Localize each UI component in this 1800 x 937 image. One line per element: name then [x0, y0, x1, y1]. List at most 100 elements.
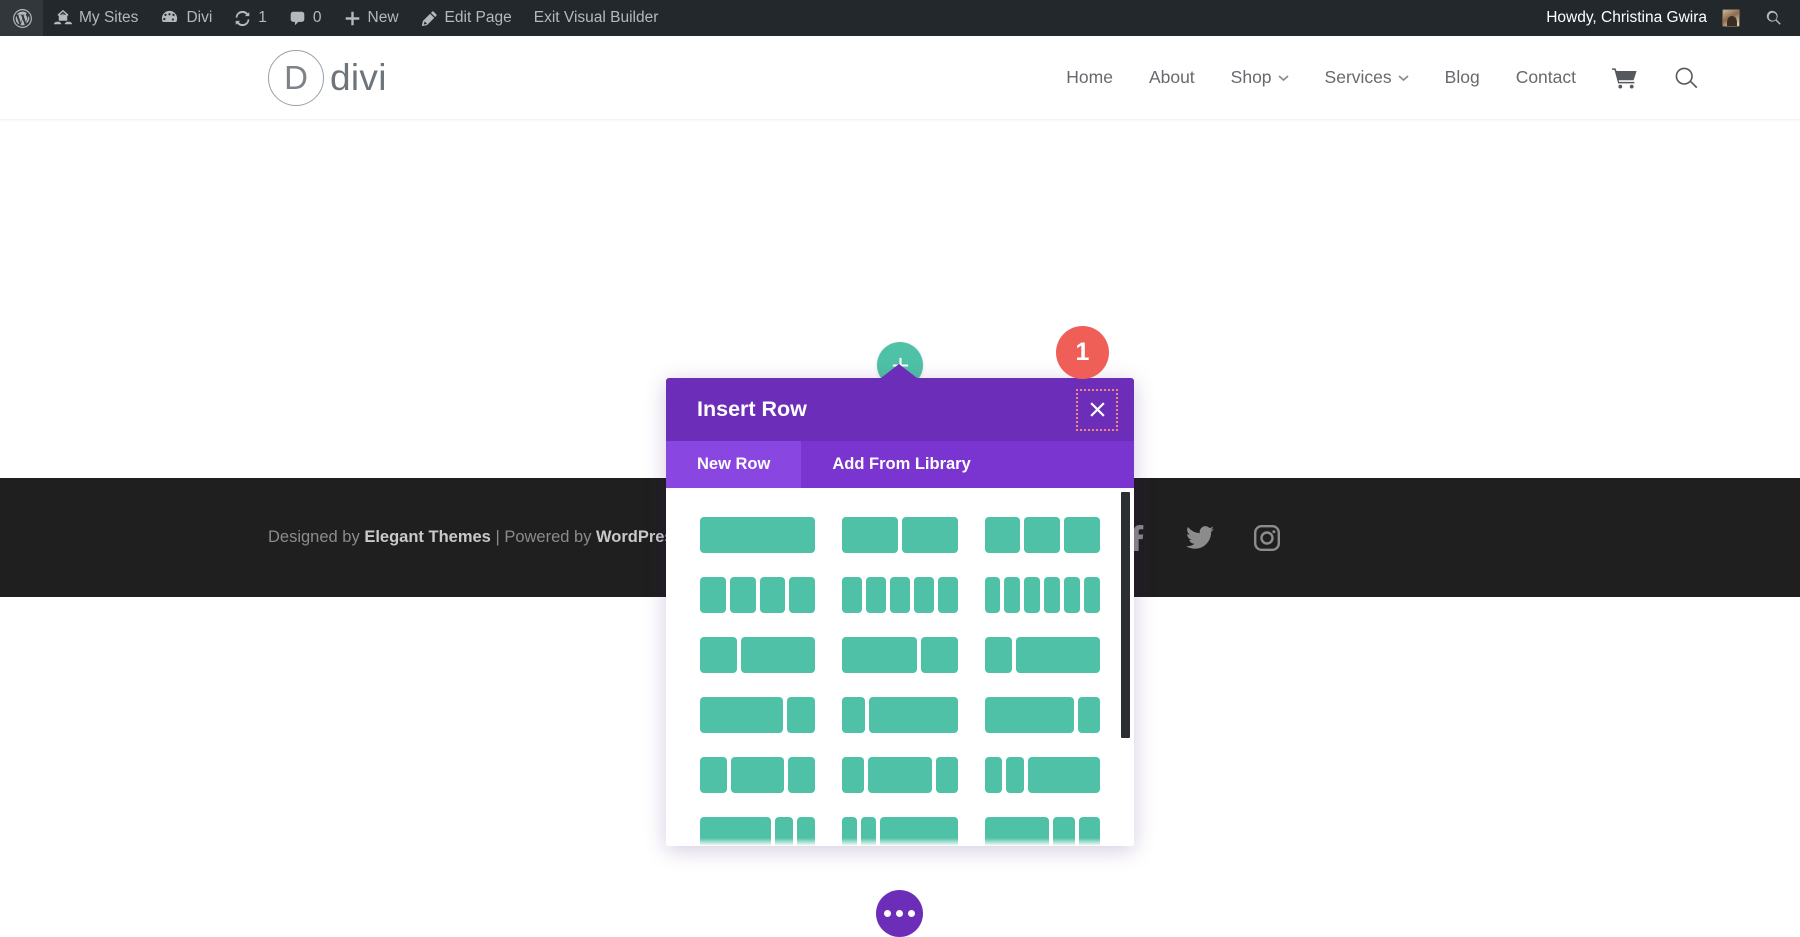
row-layout-column	[842, 517, 898, 553]
row-layout-column	[1024, 517, 1060, 553]
row-layout-column	[842, 757, 863, 793]
admin-bar-right-group: Howdy, Christina Gwira	[1535, 0, 1800, 36]
row-layout-column	[1006, 757, 1024, 793]
comments-icon	[289, 10, 306, 27]
row-layout-column	[1064, 577, 1080, 613]
row-layout-column	[866, 577, 886, 613]
row-layout-column	[1028, 757, 1099, 793]
nav-item-home[interactable]: Home	[1048, 67, 1131, 88]
wordpress-logo-icon	[12, 8, 33, 29]
row-layout-column	[731, 757, 785, 793]
close-icon	[1089, 401, 1106, 418]
row-layout-column	[985, 577, 1001, 613]
footer-credit-brand[interactable]: Elegant Themes	[364, 528, 491, 546]
admin-bar-item-exit-visual-builder[interactable]: Exit Visual Builder	[523, 0, 670, 36]
admin-bar-label: Exit Visual Builder	[534, 9, 659, 27]
row-layout-column	[868, 757, 932, 793]
search-icon[interactable]	[1656, 66, 1716, 90]
shopping-cart-icon[interactable]	[1594, 67, 1656, 89]
nav-item-about[interactable]: About	[1131, 67, 1213, 88]
tab-new-row[interactable]: New Row	[666, 441, 801, 488]
row-layout-column	[890, 577, 910, 613]
nav-label: Shop	[1231, 67, 1272, 88]
row-layout-column	[1064, 517, 1100, 553]
admin-bar-label: 1	[258, 9, 267, 27]
nav-label: About	[1149, 67, 1195, 88]
row-layout-option[interactable]	[700, 745, 815, 805]
my-sites-icon	[54, 9, 72, 27]
row-layout-option[interactable]	[985, 625, 1100, 685]
row-layout-option[interactable]	[700, 565, 815, 625]
row-layout-option[interactable]	[842, 745, 957, 805]
logo-wordmark: divi	[330, 57, 387, 99]
row-layout-option[interactable]	[842, 685, 957, 745]
wp-admin-bar: My Sites Divi 1 0 New	[0, 0, 1800, 36]
admin-bar-label: My Sites	[79, 9, 138, 27]
row-layout-option[interactable]	[985, 685, 1100, 745]
row-layout-column	[869, 697, 958, 733]
modal-body	[666, 488, 1134, 846]
site-logo[interactable]: D divi	[268, 50, 387, 106]
admin-bar-search[interactable]	[1751, 0, 1800, 36]
row-layout-grid	[666, 505, 1134, 846]
chevron-down-icon	[1278, 74, 1289, 82]
ellipsis-icon-dot	[896, 910, 903, 917]
page-settings-button[interactable]	[876, 890, 923, 937]
row-layout-column	[700, 697, 783, 733]
modal-scrollbar[interactable]	[1121, 492, 1130, 738]
nav-label: Home	[1066, 67, 1113, 88]
admin-bar-howdy[interactable]: Howdy, Christina Gwira	[1535, 0, 1751, 36]
tab-label: New Row	[697, 455, 770, 474]
twitter-icon[interactable]	[1186, 526, 1214, 550]
list-bottom-fade	[666, 838, 1134, 846]
modal-header: Insert Row	[666, 378, 1134, 441]
insert-row-modal: Insert Row New Row Add From Library	[666, 378, 1134, 846]
nav-item-contact[interactable]: Contact	[1498, 67, 1594, 88]
site-header: D divi Home About Shop Services Blog Con…	[0, 36, 1800, 119]
admin-bar-item-updates[interactable]: 1	[223, 0, 278, 36]
admin-bar-item-new[interactable]: New	[333, 0, 410, 36]
row-layout-option[interactable]	[700, 625, 815, 685]
admin-bar-item-my-sites[interactable]: My Sites	[43, 0, 149, 36]
row-layout-option[interactable]	[985, 505, 1100, 565]
admin-bar-item-comments[interactable]: 0	[278, 0, 333, 36]
row-layout-option[interactable]	[985, 745, 1100, 805]
nav-item-services[interactable]: Services	[1307, 67, 1427, 88]
row-layout-column	[700, 637, 737, 673]
ellipsis-icon-dot	[908, 910, 915, 917]
plus-icon	[344, 10, 361, 27]
admin-bar-item-edit-page[interactable]: Edit Page	[410, 0, 523, 36]
row-layout-column	[985, 697, 1074, 733]
tab-add-from-library[interactable]: Add From Library	[801, 441, 1001, 488]
row-layout-column	[788, 757, 815, 793]
modal-close-button[interactable]	[1076, 389, 1118, 431]
row-layout-option[interactable]	[985, 565, 1100, 625]
row-layout-column	[1044, 577, 1060, 613]
instagram-icon[interactable]	[1254, 525, 1280, 551]
nav-label: Contact	[1516, 67, 1576, 88]
row-layout-column	[760, 577, 786, 613]
avatar	[1722, 9, 1740, 27]
chevron-down-icon	[1398, 74, 1409, 82]
divi-icon	[160, 9, 179, 28]
admin-bar-wordpress-logo[interactable]	[0, 0, 43, 36]
admin-bar-item-divi[interactable]: Divi	[149, 0, 223, 36]
row-layout-option[interactable]	[842, 625, 957, 685]
updates-icon	[234, 10, 251, 27]
row-layout-column	[1024, 577, 1040, 613]
row-layout-column	[789, 577, 815, 613]
row-layout-option[interactable]	[842, 505, 957, 565]
row-layout-option[interactable]	[700, 505, 815, 565]
row-layout-column	[842, 577, 862, 613]
admin-bar-label: 0	[313, 9, 322, 27]
admin-bar-label: New	[368, 9, 399, 27]
nav-item-blog[interactable]: Blog	[1427, 67, 1498, 88]
footer-social-links	[1124, 525, 1280, 551]
row-layout-column	[1084, 577, 1100, 613]
nav-item-shop[interactable]: Shop	[1213, 67, 1307, 88]
row-layout-option[interactable]	[842, 565, 957, 625]
row-layout-column	[921, 637, 958, 673]
row-layout-option[interactable]	[700, 685, 815, 745]
row-layout-column	[936, 757, 957, 793]
row-layout-column	[700, 577, 726, 613]
